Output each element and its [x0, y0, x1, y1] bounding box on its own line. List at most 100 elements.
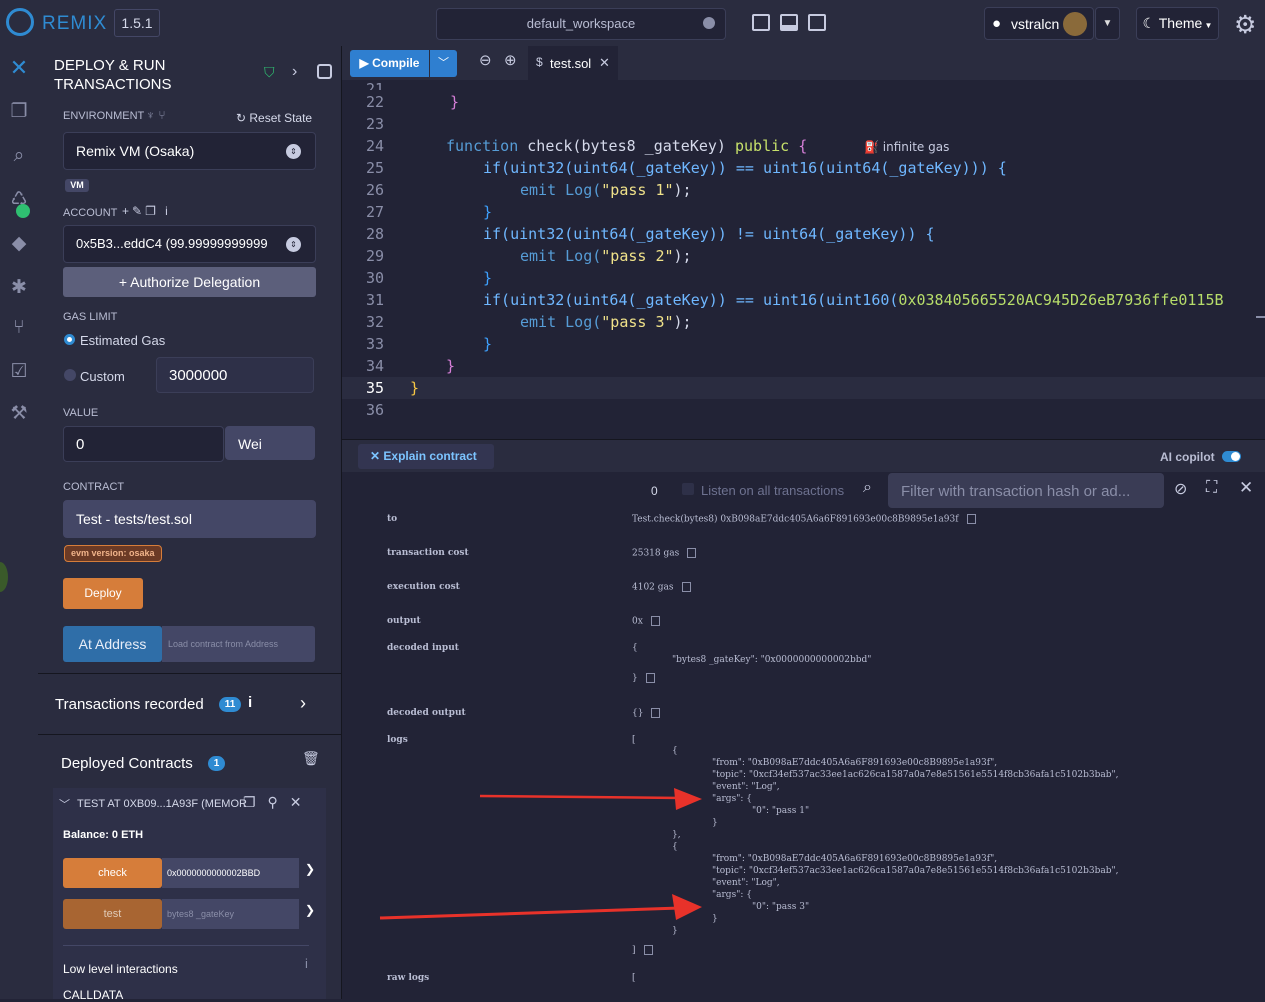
- toggle-bottom-panel-icon[interactable]: [780, 14, 798, 31]
- copy-icon[interactable]: [966, 514, 976, 524]
- value-input[interactable]: 0: [63, 426, 224, 462]
- excost-text: 4102 gas: [632, 582, 674, 593]
- theme-label: Theme: [1158, 15, 1203, 31]
- code-token: }: [450, 93, 460, 111]
- explain-contract-button[interactable]: ✕ Explain contract: [358, 444, 494, 469]
- value-unit-select[interactable]: Wei: [225, 426, 315, 460]
- filter-placeholder: Filter with transaction hash or ad...: [901, 483, 1131, 500]
- copy-icon[interactable]: [643, 945, 653, 955]
- check-input[interactable]: 0x0000000000002BBD: [162, 858, 299, 888]
- code-line: 31 if(uint32(uint64(_gateKey)) == uint16(…: [342, 289, 1265, 311]
- terminal-header: ✕ Explain contract AI copilot: [342, 439, 1265, 473]
- test-icon[interactable]: ☑: [0, 358, 38, 386]
- code-token: }: [446, 357, 456, 375]
- compile-button[interactable]: ▶ Compile: [350, 50, 429, 77]
- check-function-button[interactable]: check: [63, 858, 162, 888]
- trash-icon[interactable]: 🗑: [302, 750, 320, 767]
- search-icon[interactable]: ⌕: [0, 142, 38, 170]
- copy-icon[interactable]: [687, 548, 697, 558]
- instance-actions-icon[interactable]: ❐⚲✕: [243, 794, 314, 811]
- at-address-placeholder: Load contract from Address: [168, 639, 279, 649]
- estimated-gas-radio[interactable]: [64, 334, 75, 345]
- username: vstralcn: [1011, 16, 1060, 32]
- chevron-right-icon[interactable]: ›: [292, 63, 297, 81]
- toggle-left-panel-icon[interactable]: [752, 14, 770, 31]
- at-address-input[interactable]: Load contract from Address: [162, 626, 315, 662]
- settings-gear-icon[interactable]: ⚙: [1234, 10, 1256, 40]
- panel-toggle-icon[interactable]: [317, 64, 332, 79]
- chevron-down-icon[interactable]: ❯: [305, 903, 315, 917]
- close-terminal-icon[interactable]: ✕: [1239, 478, 1253, 498]
- compile-options-icon[interactable]: ﹀: [430, 50, 457, 77]
- log1-event: "event": "Log",: [712, 782, 780, 792]
- editor-toolbar: ▶ Compile ﹀ ⊖ ⊕ $ test.sol ✕: [342, 46, 1265, 80]
- copy-icon[interactable]: [651, 708, 661, 718]
- moon-icon: ☾: [1142, 15, 1159, 31]
- github-icon: ●: [992, 15, 1002, 32]
- test-input[interactable]: bytes8 _gateKey: [162, 899, 299, 929]
- info-icon[interactable]: i: [305, 956, 308, 971]
- user-menu[interactable]: ● vstralcn: [984, 7, 1094, 40]
- authorize-delegation-button[interactable]: + Authorize Delegation: [63, 267, 316, 297]
- user-dropdown-button[interactable]: ▼: [1095, 7, 1120, 40]
- debugger-icon[interactable]: ✱: [0, 274, 38, 302]
- tx-key-raw-logs: raw logs: [387, 973, 430, 983]
- fullscreen-icon[interactable]: ⛶: [1206, 479, 1217, 497]
- listen-checkbox[interactable]: [682, 483, 694, 495]
- gas-limit-input[interactable]: 3000000: [156, 357, 314, 393]
- filter-input[interactable]: Filter with transaction hash or ad...: [888, 473, 1164, 508]
- side-handle[interactable]: [0, 562, 8, 592]
- plugin-icon[interactable]: ⚒: [0, 400, 38, 428]
- environment-select[interactable]: Remix VM (Osaka) ⇕: [63, 132, 316, 170]
- line-number: 23: [365, 115, 384, 133]
- git-icon[interactable]: ⑂: [0, 314, 38, 342]
- plug-icon[interactable]: ♆ ⑂: [146, 108, 166, 122]
- copy-icon[interactable]: [681, 582, 691, 592]
- doutput-text: {}: [632, 708, 644, 719]
- clear-console-icon[interactable]: ⊘: [1174, 479, 1187, 499]
- workspace-select[interactable]: default_workspace: [436, 8, 726, 40]
- account-actions-icon[interactable]: +✎❐ i: [122, 204, 171, 218]
- reset-state-button[interactable]: ↻ Reset State: [236, 111, 312, 125]
- copy-icon[interactable]: [650, 616, 660, 626]
- contract-select[interactable]: Test - tests/test.sol: [63, 500, 316, 538]
- tx-key-to: to: [387, 514, 398, 524]
- toggle-right-panel-icon[interactable]: [808, 14, 826, 31]
- theme-button[interactable]: ☾ Theme ▼: [1136, 7, 1219, 40]
- evm-version-badge: evm version: osaka: [64, 545, 162, 562]
- chevron-right-icon[interactable]: ›: [300, 693, 306, 714]
- file-explorer-icon[interactable]: ❐: [0, 98, 38, 126]
- search-icon[interactable]: ⌕: [863, 479, 872, 497]
- minimap-marker: [1256, 316, 1265, 318]
- chevron-down-icon[interactable]: ﹀: [59, 796, 70, 812]
- line-number: 22: [365, 93, 384, 111]
- copy-icon[interactable]: [645, 673, 655, 683]
- test-function-button[interactable]: test: [63, 899, 162, 929]
- transactions-recorded-label[interactable]: Transactions recorded: [55, 696, 204, 713]
- ai-copilot-toggle[interactable]: [1222, 451, 1241, 462]
- custom-gas-radio[interactable]: [64, 369, 76, 381]
- calldata-label: CALLDATA: [63, 988, 124, 1002]
- deploy-button[interactable]: Deploy: [63, 578, 143, 609]
- deploy-icon[interactable]: ◆: [0, 230, 38, 258]
- gas-pump-icon: ⛽: [864, 140, 883, 154]
- shield-icon[interactable]: ⛉: [264, 64, 275, 81]
- log2-from: "from": "0xB098aE7ddc405A6a6F891693e00c8…: [712, 854, 998, 864]
- instance-title[interactable]: TEST AT 0XB09...1A93F (MEMOR: [77, 798, 247, 810]
- tx-key-decoded-output: decoded output: [387, 708, 466, 718]
- select-caret-icon: [703, 17, 715, 29]
- code-line-active: 35}: [342, 377, 1265, 399]
- close-icon[interactable]: ✕: [599, 55, 610, 71]
- at-address-button[interactable]: At Address: [63, 626, 162, 662]
- remix-logo-icon[interactable]: [6, 8, 34, 36]
- authorize-label: Authorize Delegation: [130, 274, 261, 290]
- tab-test-sol[interactable]: $ test.sol ✕: [528, 46, 618, 80]
- select-caret-icon: ⇕: [286, 237, 301, 252]
- account-select[interactable]: 0x5B3...eddC4 (99.99999999999 ⇕: [63, 225, 316, 263]
- zoom-out-icon[interactable]: ⊖: [479, 51, 492, 69]
- info-icon[interactable]: i: [248, 694, 252, 711]
- chevron-down-icon[interactable]: ❯: [305, 862, 315, 876]
- deploy-run-icon[interactable]: ✕: [0, 54, 38, 82]
- zoom-in-icon[interactable]: ⊕: [504, 51, 517, 69]
- log1-from: "from": "0xB098aE7ddc405A6a6F891693e00c8…: [712, 758, 998, 768]
